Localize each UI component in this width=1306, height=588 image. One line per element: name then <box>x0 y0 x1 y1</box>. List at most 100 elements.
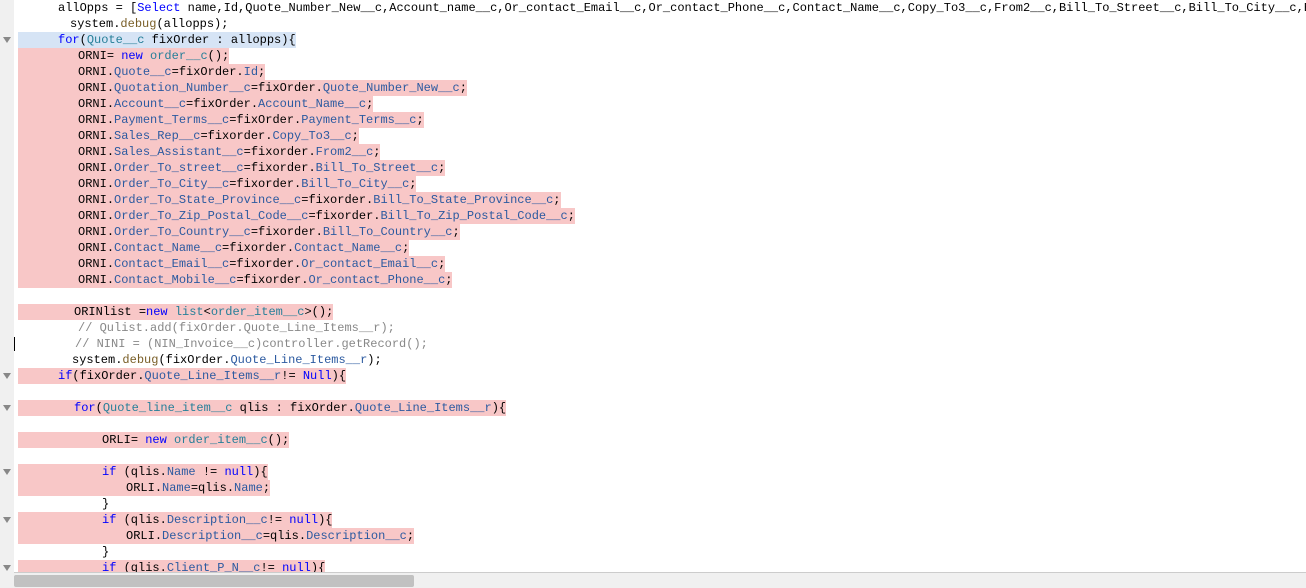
code-token: ORINlist <box>74 305 139 319</box>
code-line[interactable] <box>14 384 1306 400</box>
code-line[interactable]: ORNI.Order_To_Country__c=fixorder.Bill_T… <box>14 224 1306 240</box>
code-token: debug <box>120 17 156 31</box>
code-token: ORNI <box>78 209 107 223</box>
coverage-highlight: if(fixOrder.Quote_Line_Items__r!= Null){ <box>18 368 346 384</box>
code-line[interactable]: for(Quote__c fixOrder : allopps){ <box>14 32 1306 48</box>
code-line[interactable] <box>14 416 1306 432</box>
code-token: ORNI <box>78 145 107 159</box>
code-line[interactable] <box>14 448 1306 464</box>
horizontal-scrollbar[interactable] <box>14 572 1306 588</box>
code-token: ; <box>402 241 409 255</box>
code-line[interactable]: system.debug(allopps); <box>14 16 1306 32</box>
code-token: ; <box>416 113 423 127</box>
fold-toggle-icon[interactable] <box>3 405 11 411</box>
code-area[interactable]: allOpps = [Select name,Id,Quote_Number_N… <box>14 0 1306 576</box>
code-token: order_item__c <box>174 433 268 447</box>
fold-toggle-icon[interactable] <box>3 565 11 571</box>
coverage-highlight: if (qlis.Description__c!= null){ <box>18 512 332 528</box>
code-token: ; <box>438 161 445 175</box>
code-line[interactable]: ORNI.Contact_Email__c=fixorder.Or_contac… <box>14 256 1306 272</box>
code-line[interactable]: // NINI = (NIN_Invoice__c)controller.get… <box>14 336 1306 352</box>
editor-gutter <box>0 0 14 588</box>
code-token: ; <box>568 209 575 223</box>
code-token: =fixorder. <box>236 273 308 287</box>
code-token: =fixOrder. <box>172 65 244 79</box>
code-token: =fixorder. <box>301 193 373 207</box>
code-token: Order_To_City__c <box>114 177 229 191</box>
code-token: ORNI <box>78 65 107 79</box>
code-token: Quote__c <box>87 33 145 47</box>
code-token: fixOrder : allopps){ <box>144 33 295 47</box>
code-line[interactable]: } <box>14 496 1306 512</box>
code-line[interactable]: ORNI.Order_To_Zip_Postal_Code__c=fixorde… <box>14 208 1306 224</box>
code-editor[interactable]: allOpps = [Select name,Id,Quote_Number_N… <box>0 0 1306 588</box>
code-token: ORNI <box>78 97 107 111</box>
code-line[interactable]: if(fixOrder.Quote_Line_Items__r!= Null){ <box>14 368 1306 384</box>
code-token: ORNI <box>78 113 107 127</box>
code-token: new <box>121 49 143 63</box>
code-token: Id <box>244 65 258 79</box>
code-token: Bill_To_State_Province__c <box>373 193 553 207</box>
code-line[interactable]: ORNI= new order__c(); <box>14 48 1306 64</box>
code-line[interactable]: ORNI.Order_To_City__c=fixorder.Bill_To_C… <box>14 176 1306 192</box>
code-line[interactable]: ORNI.Quotation_Number__c=fixOrder.Quote_… <box>14 80 1306 96</box>
code-line[interactable]: ORLI.Description__c=qlis.Description__c; <box>14 528 1306 544</box>
code-line[interactable]: } <box>14 544 1306 560</box>
code-token: Or_contact_Phone__c <box>308 273 445 287</box>
code-line[interactable]: ORNI.Order_To_street__c=fixorder.Bill_To… <box>14 160 1306 176</box>
code-line[interactable]: system.debug(fixOrder.Quote_Line_Items__… <box>14 352 1306 368</box>
code-line[interactable]: ORNI.Sales_Rep__c=fixorder.Copy_To3__c; <box>14 128 1306 144</box>
code-token: Bill_To_Zip_Postal_Code__c <box>380 209 567 223</box>
code-line[interactable]: for(Quote_line_item__c qlis : fixOrder.Q… <box>14 400 1306 416</box>
code-line[interactable]: ORNI.Account__c=fixOrder.Account_Name__c… <box>14 96 1306 112</box>
code-line[interactable]: ORINlist =new list<order_item__c>(); <box>14 304 1306 320</box>
code-token: order_item__c <box>211 305 305 319</box>
code-token: . <box>107 81 114 95</box>
code-token: (); <box>208 49 230 63</box>
fold-toggle-icon[interactable] <box>3 517 11 523</box>
code-line[interactable]: ORNI.Payment_Terms__c=fixOrder.Payment_T… <box>14 112 1306 128</box>
code-line[interactable] <box>14 288 1306 304</box>
code-token: Payment_Terms__c <box>301 113 416 127</box>
code-token: ORNI <box>78 225 107 239</box>
code-token: // NINI = (NIN_Invoice__c)controller.get… <box>75 337 428 351</box>
code-token: . <box>107 241 114 255</box>
fold-toggle-icon[interactable] <box>3 373 11 379</box>
code-line[interactable]: if (qlis.Description__c!= null){ <box>14 512 1306 528</box>
coverage-highlight: ORNI.Order_To_State_Province__c=fixorder… <box>18 192 561 208</box>
code-line[interactable]: ORNI.Order_To_State_Province__c=fixorder… <box>14 192 1306 208</box>
code-token: ORNI <box>78 257 107 271</box>
coverage-highlight: ORNI.Order_To_street__c=fixorder.Bill_To… <box>18 160 445 176</box>
code-token: ; <box>438 257 445 271</box>
code-token: Name <box>234 481 263 495</box>
code-token: =fixorder. <box>244 145 316 159</box>
code-token: Quote_line_item__c <box>103 401 233 415</box>
fold-toggle-icon[interactable] <box>3 37 11 43</box>
code-token: system <box>72 353 115 367</box>
code-token: ORNI <box>78 177 107 191</box>
code-token: (); <box>268 433 290 447</box>
code-token: ; <box>460 81 467 95</box>
code-line[interactable]: ORLI.Name=qlis.Name; <box>14 480 1306 496</box>
code-line[interactable]: ORNI.Sales_Assistant__c=fixorder.From2__… <box>14 144 1306 160</box>
code-token: . <box>107 65 114 79</box>
code-token: ; <box>366 97 373 111</box>
code-line[interactable]: ORNI.Contact_Mobile__c=fixorder.Or_conta… <box>14 272 1306 288</box>
code-token: null <box>289 513 318 527</box>
scrollbar-thumb[interactable] <box>14 575 414 587</box>
code-line[interactable]: if (qlis.Name != null){ <box>14 464 1306 480</box>
code-token: Sales_Rep__c <box>114 129 200 143</box>
code-token: Contact_Mobile__c <box>114 273 236 287</box>
coverage-highlight: ORNI.Quotation_Number__c=fixOrder.Quote_… <box>18 80 467 96</box>
coverage-highlight: ORLI.Name=qlis.Name; <box>18 480 270 496</box>
code-line[interactable]: // Qulist.add(fixOrder.Quote_Line_Items_… <box>14 320 1306 336</box>
code-token: ( <box>96 401 103 415</box>
code-token: Description__c <box>167 513 268 527</box>
code-line[interactable]: ORNI.Contact_Name__c=fixorder.Contact_Na… <box>14 240 1306 256</box>
code-line[interactable]: ORLI= new order_item__c(); <box>14 432 1306 448</box>
code-line[interactable]: ORNI.Quote__c=fixOrder.Id; <box>14 64 1306 80</box>
code-token: >(); <box>304 305 333 319</box>
fold-toggle-icon[interactable] <box>3 469 11 475</box>
code-token: Description__c <box>162 529 263 543</box>
code-line[interactable]: allOpps = [Select name,Id,Quote_Number_N… <box>14 0 1306 16</box>
